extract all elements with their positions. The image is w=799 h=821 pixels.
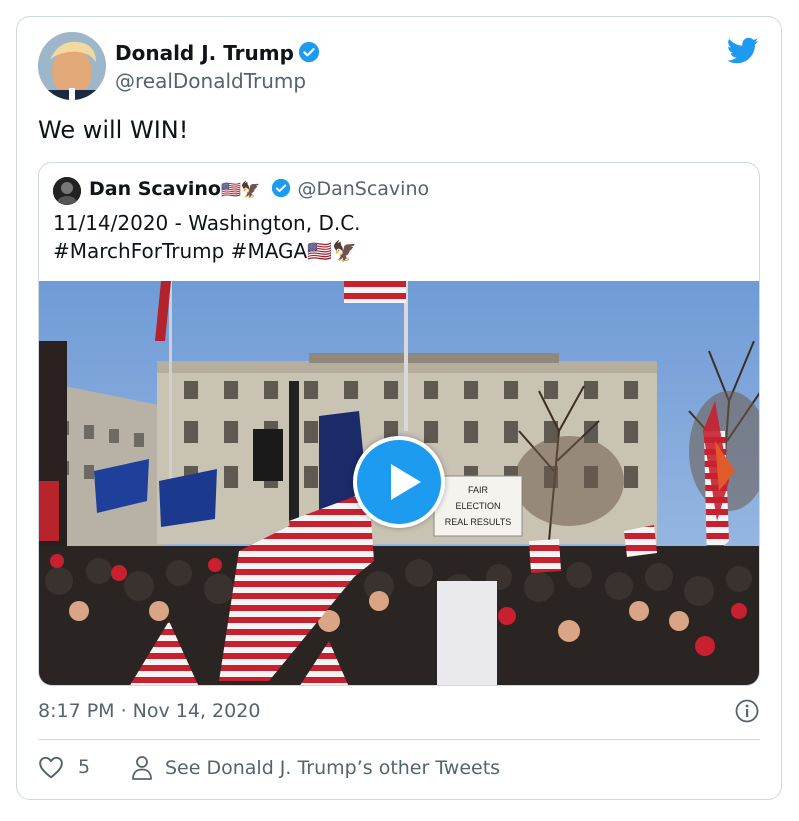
protest-sign-line: FAIR xyxy=(468,485,489,495)
quoted-tweet-text-line-1: 11/14/2020 - Washington, D.C. xyxy=(53,211,361,235)
other-tweets-label[interactable]: See Donald J. Trump’s other Tweets xyxy=(165,757,500,779)
verified-badge-icon xyxy=(298,41,320,63)
tweet-text: We will WIN! xyxy=(38,116,189,144)
like-button[interactable]: 5 xyxy=(38,755,90,779)
quoted-author-name[interactable]: Dan Scavino xyxy=(89,178,221,200)
quoted-author-avatar[interactable] xyxy=(53,177,81,205)
person-icon xyxy=(132,756,152,780)
tweet-card: Donald J. Trump @realDonaldTrump We will… xyxy=(16,16,782,800)
twitter-bird-icon[interactable] xyxy=(727,37,759,65)
tweet-timestamp[interactable]: 8:17 PM · Nov 14, 2020 xyxy=(38,700,260,722)
author-name[interactable]: Donald J. Trump xyxy=(115,41,320,65)
protest-sign-line: ELECTION xyxy=(455,501,500,511)
like-count: 5 xyxy=(78,756,91,778)
heart-icon[interactable] xyxy=(38,755,64,779)
author-avatar[interactable] xyxy=(38,32,106,100)
quoted-author-handle[interactable]: @DanScavino xyxy=(297,178,429,200)
quoted-author-line: Dan Scavino🇺🇸🦅 @DanScavino xyxy=(89,178,429,200)
video-thumbnail[interactable]: FAIR ELECTION REAL RESULTS xyxy=(39,281,759,685)
other-tweets-link[interactable]: See Donald J. Trump’s other Tweets xyxy=(131,755,500,781)
flag-eagle-emoji: 🇺🇸🦅 xyxy=(220,180,261,199)
quoted-tweet-text-line-2: #MarchForTrump #MAGA🇺🇸🦅 xyxy=(53,239,358,263)
verified-badge-icon xyxy=(272,178,291,198)
divider xyxy=(38,739,760,740)
quoted-tweet[interactable]: Dan Scavino🇺🇸🦅 @DanScavino 11/14/2020 - … xyxy=(38,162,760,686)
play-button-icon[interactable] xyxy=(353,436,445,528)
info-icon[interactable] xyxy=(735,699,759,723)
author-name-text[interactable]: Donald J. Trump xyxy=(115,41,294,65)
author-handle[interactable]: @realDonaldTrump xyxy=(115,69,306,93)
quoted-tweet-text: 11/14/2020 - Washington, D.C. #MarchForT… xyxy=(53,209,361,265)
protest-sign-line: REAL RESULTS xyxy=(445,517,512,527)
